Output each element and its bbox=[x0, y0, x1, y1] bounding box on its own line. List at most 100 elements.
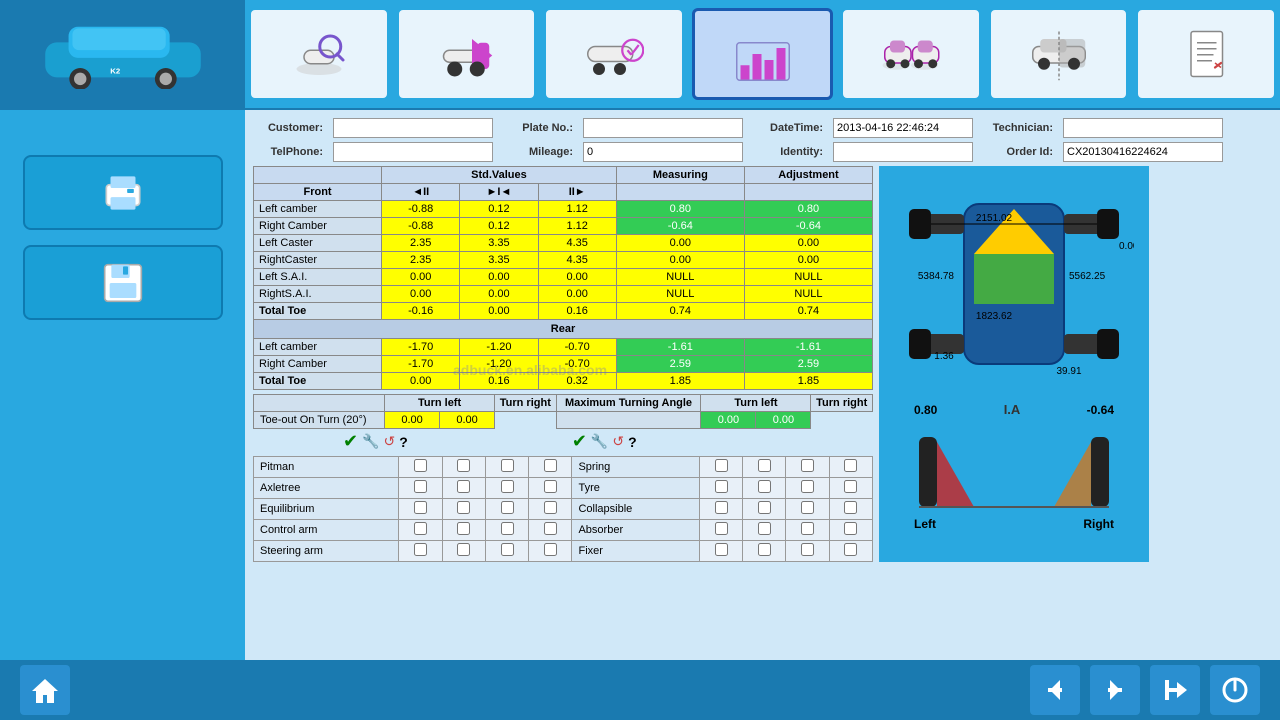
plate-input[interactable] bbox=[583, 118, 743, 138]
svg-text:K2: K2 bbox=[110, 66, 121, 75]
measuring-sub bbox=[616, 184, 744, 201]
tyre-cb2[interactable] bbox=[743, 478, 786, 499]
rrc-std2: -1.20 bbox=[460, 356, 538, 373]
ia-svg bbox=[914, 417, 1114, 517]
tyre-cb4[interactable] bbox=[829, 478, 872, 499]
lc-std1: -0.88 bbox=[382, 201, 460, 218]
sa-cb3[interactable] bbox=[485, 541, 528, 562]
search-button[interactable] bbox=[249, 8, 389, 100]
ca-cb3[interactable] bbox=[485, 520, 528, 541]
print-button[interactable] bbox=[23, 155, 223, 230]
check-button[interactable] bbox=[544, 8, 684, 100]
half-car-button[interactable] bbox=[989, 8, 1129, 100]
coll-cb3[interactable] bbox=[786, 499, 829, 520]
eq-cb1[interactable] bbox=[399, 499, 442, 520]
ca-cb4[interactable] bbox=[529, 520, 572, 541]
rsai-std2: 0.00 bbox=[460, 286, 538, 303]
coll-cb2[interactable] bbox=[743, 499, 786, 520]
sa-cb2[interactable] bbox=[442, 541, 485, 562]
customer-input[interactable] bbox=[333, 118, 493, 138]
eq-cb2[interactable] bbox=[442, 499, 485, 520]
tyre-cb3[interactable] bbox=[786, 478, 829, 499]
ca-cb1[interactable] bbox=[399, 520, 442, 541]
rc-std3: 1.12 bbox=[538, 218, 616, 235]
rcas-measuring: 0.00 bbox=[616, 252, 744, 269]
abs-cb4[interactable] bbox=[829, 520, 872, 541]
pitman-cb4[interactable] bbox=[529, 457, 572, 478]
save-button[interactable] bbox=[23, 245, 223, 320]
fixer-cb2[interactable] bbox=[743, 541, 786, 562]
sa-cb4[interactable] bbox=[529, 541, 572, 562]
identity-input[interactable] bbox=[833, 142, 973, 162]
axletree-cb2[interactable] bbox=[442, 478, 485, 499]
ia-diagram: 0.80 I.A -0.64 bbox=[914, 402, 1114, 531]
chart-button[interactable] bbox=[692, 8, 834, 100]
adjustment-header: Adjustment bbox=[744, 167, 872, 184]
power-button[interactable] bbox=[1210, 665, 1260, 715]
toe-out-label: Toe-out On Turn (20°) bbox=[254, 412, 385, 429]
forward-button[interactable] bbox=[397, 8, 537, 100]
ftt-measuring: 0.74 bbox=[616, 303, 744, 320]
technician-input[interactable] bbox=[1063, 118, 1223, 138]
spring-cb1[interactable] bbox=[699, 457, 742, 478]
tyre-cb1[interactable] bbox=[699, 478, 742, 499]
home-button[interactable] bbox=[20, 665, 70, 715]
ia-right-val: -0.64 bbox=[1087, 403, 1114, 417]
abs-cb1[interactable] bbox=[699, 520, 742, 541]
front-total-toe-label: Total Toe bbox=[254, 303, 382, 320]
mileage-input[interactable] bbox=[583, 142, 743, 162]
telephone-input[interactable] bbox=[333, 142, 493, 162]
spring-cb2[interactable] bbox=[743, 457, 786, 478]
rlc-std1: -1.70 bbox=[382, 339, 460, 356]
fixer-cb4[interactable] bbox=[829, 541, 872, 562]
spring-label: Spring bbox=[572, 457, 699, 478]
fixer-cb1[interactable] bbox=[699, 541, 742, 562]
ia-left-val: 0.80 bbox=[914, 403, 937, 417]
right-caster-label: RightCaster bbox=[254, 252, 382, 269]
axletree-cb4[interactable] bbox=[529, 478, 572, 499]
datetime-input[interactable] bbox=[833, 118, 973, 138]
coll-cb4[interactable] bbox=[829, 499, 872, 520]
coll-cb1[interactable] bbox=[699, 499, 742, 520]
eq-cb3[interactable] bbox=[485, 499, 528, 520]
ca-cb2[interactable] bbox=[442, 520, 485, 541]
dual-car-button[interactable] bbox=[841, 8, 981, 100]
document-button[interactable] bbox=[1136, 8, 1276, 100]
axletree-cb3[interactable] bbox=[485, 478, 528, 499]
rrc-std1: -1.70 bbox=[382, 356, 460, 373]
pitman-cb3[interactable] bbox=[485, 457, 528, 478]
mta-turn-right: Turn right bbox=[811, 395, 873, 412]
back-button[interactable] bbox=[1030, 665, 1080, 715]
technician-label: Technician: bbox=[983, 122, 1053, 134]
mta-spacer bbox=[556, 412, 701, 429]
rtt-adjustment: 1.85 bbox=[744, 373, 872, 390]
sa-cb1[interactable] bbox=[399, 541, 442, 562]
car-diagram-svg: 2151.02 0.00 5384.78 5562.25 1823.62 1.3… bbox=[894, 174, 1134, 394]
axletree-cb1[interactable] bbox=[399, 478, 442, 499]
pitman-cb1[interactable] bbox=[399, 457, 442, 478]
datetime-label: DateTime: bbox=[753, 122, 823, 134]
ftt-adjustment: 0.74 bbox=[744, 303, 872, 320]
turn-left-col-header: Turn left bbox=[385, 395, 495, 412]
rear-label: Rear bbox=[254, 320, 873, 339]
rc-adjustment: -0.64 bbox=[744, 218, 872, 235]
mta-turn-left: Turn left bbox=[701, 395, 811, 412]
rlc-std3: -0.70 bbox=[538, 339, 616, 356]
abs-cb3[interactable] bbox=[786, 520, 829, 541]
pitman-cb2[interactable] bbox=[442, 457, 485, 478]
fixer-cb3[interactable] bbox=[786, 541, 829, 562]
lc-std2: 0.12 bbox=[460, 201, 538, 218]
orderid-input[interactable] bbox=[1063, 142, 1223, 162]
diagram-bottom-left-val: 1.36 bbox=[934, 351, 954, 362]
rsai-measuring: NULL bbox=[616, 286, 744, 303]
car-top-diagram: 2151.02 0.00 5384.78 5562.25 1823.62 1.3… bbox=[894, 174, 1134, 394]
table-row: Total Toe 0.00 0.16 0.32 1.85 1.85 bbox=[254, 373, 873, 390]
spring-cb3[interactable] bbox=[786, 457, 829, 478]
table-row: Right Camber -0.88 0.12 1.12 -0.64 -0.64 bbox=[254, 218, 873, 235]
spring-cb4[interactable] bbox=[829, 457, 872, 478]
exit-button[interactable] bbox=[1150, 665, 1200, 715]
forward-nav-button[interactable] bbox=[1090, 665, 1140, 715]
abs-cb2[interactable] bbox=[743, 520, 786, 541]
diagram-bottom-right-val: 39.91 bbox=[1056, 366, 1081, 377]
eq-cb4[interactable] bbox=[529, 499, 572, 520]
